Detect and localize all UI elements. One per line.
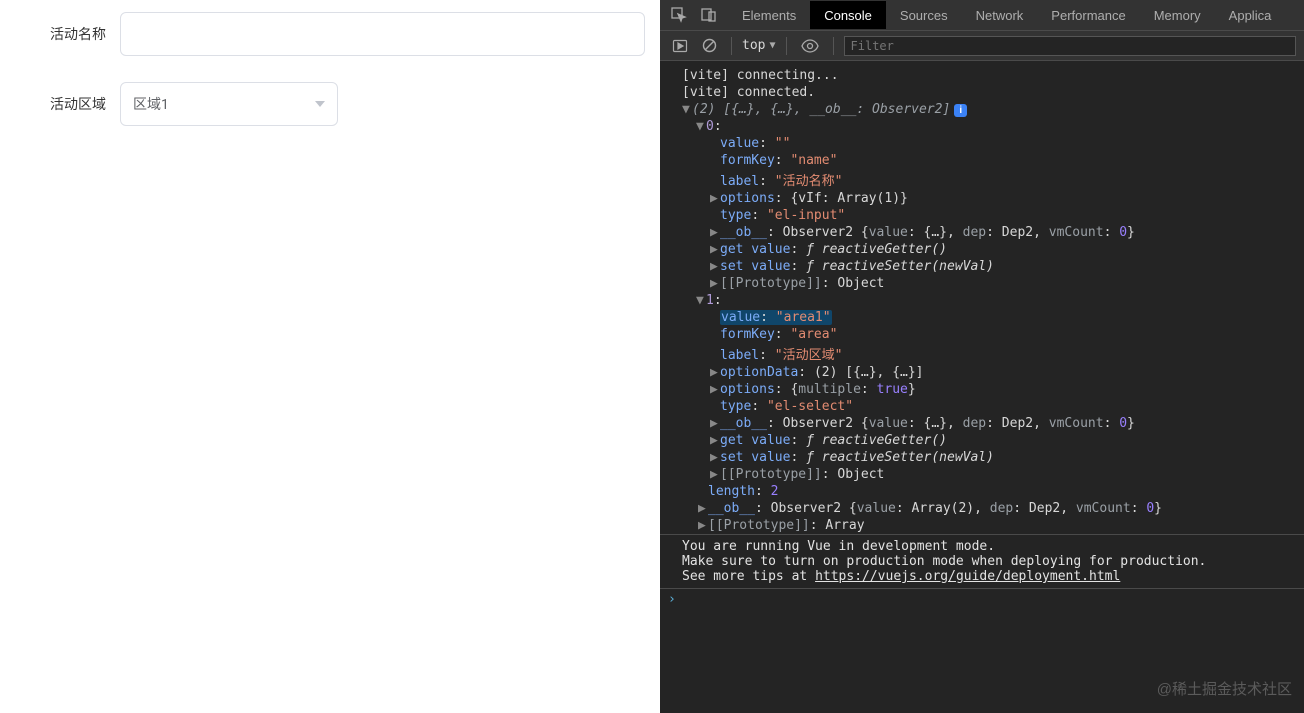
tab-elements[interactable]: Elements: [728, 1, 810, 29]
log-prop[interactable]: ▶get value: ƒ reactiveGetter(): [660, 432, 1304, 449]
tab-network[interactable]: Network: [962, 1, 1038, 29]
log-prop: value: "": [660, 135, 1304, 152]
log-array-summary[interactable]: ▼(2) [{…}, {…}, __ob__: Observer2]i: [660, 101, 1304, 118]
disclosure-triangle-icon[interactable]: ▼: [682, 102, 692, 117]
log-prop: formKey: "area": [660, 326, 1304, 343]
log-prop[interactable]: ▶options: {vIf: Array(1)}: [660, 190, 1304, 207]
device-toggle-icon[interactable]: [700, 6, 718, 24]
input-activity-name[interactable]: [120, 12, 645, 56]
log-prop[interactable]: ▶set value: ƒ reactiveSetter(newVal): [660, 449, 1304, 466]
console-toolbar: top ▼: [660, 31, 1304, 61]
tabbar-icons: [660, 6, 728, 24]
separator: [731, 37, 732, 55]
log-prop: length: 2: [660, 483, 1304, 500]
console-prompt[interactable]: ›: [660, 589, 1304, 607]
tab-sources[interactable]: Sources: [886, 1, 962, 29]
log-prop: type: "el-select": [660, 398, 1304, 415]
vue-dev-warning: You are running Vue in development mode.…: [660, 534, 1304, 589]
eye-icon[interactable]: [797, 37, 823, 55]
log-line: [vite] connecting...: [660, 67, 1304, 84]
filter-input[interactable]: [844, 36, 1296, 56]
log-prop: label: "活动名称": [660, 169, 1304, 190]
clear-console-icon[interactable]: [698, 36, 721, 55]
tab-application[interactable]: Applica: [1215, 1, 1286, 29]
log-prop[interactable]: ▶set value: ƒ reactiveSetter(newVal): [660, 258, 1304, 275]
log-index[interactable]: ▼1:: [660, 292, 1304, 309]
caret-down-icon: ▼: [769, 40, 775, 51]
label-activity-name: 活动名称: [0, 24, 120, 44]
log-prop: formKey: "name": [660, 152, 1304, 169]
select-activity-region[interactable]: 区域1: [120, 82, 338, 126]
form-row-name: 活动名称: [0, 12, 660, 56]
log-line: [vite] connected.: [660, 84, 1304, 101]
log-prop[interactable]: ▶[[Prototype]]: Object: [660, 275, 1304, 292]
play-icon[interactable]: [668, 36, 692, 56]
separator: [786, 37, 787, 55]
log-prop[interactable]: ▶__ob__: Observer2 {value: Array(2), dep…: [660, 500, 1304, 517]
label-activity-region: 活动区域: [0, 94, 120, 114]
inspect-icon[interactable]: [670, 6, 688, 24]
disclosure-triangle-icon[interactable]: ▼: [696, 119, 706, 134]
warning-line: Make sure to turn on production mode whe…: [682, 554, 1304, 569]
devtools-panel: Elements Console Sources Network Perform…: [660, 0, 1304, 713]
warning-line: See more tips at https://vuejs.org/guide…: [682, 569, 1304, 584]
chevron-down-icon: [315, 101, 325, 107]
log-prop[interactable]: ▶[[Prototype]]: Object: [660, 466, 1304, 483]
log-prop[interactable]: ▶__ob__: Observer2 {value: {…}, dep: Dep…: [660, 415, 1304, 432]
tab-console[interactable]: Console: [810, 1, 886, 29]
log-prop[interactable]: ▶__ob__: Observer2 {value: {…}, dep: Dep…: [660, 224, 1304, 241]
log-prop[interactable]: ▶get value: ƒ reactiveGetter(): [660, 241, 1304, 258]
tab-memory[interactable]: Memory: [1140, 1, 1215, 29]
log-prop[interactable]: ▶[[Prototype]]: Array: [660, 517, 1304, 534]
deployment-link[interactable]: https://vuejs.org/guide/deployment.html: [815, 569, 1120, 584]
log-prop: label: "活动区域": [660, 343, 1304, 364]
log-prop[interactable]: ▶options: {multiple: true}: [660, 381, 1304, 398]
watermark: @稀土掘金技术社区: [1157, 678, 1292, 699]
separator: [833, 37, 834, 55]
tab-performance[interactable]: Performance: [1037, 1, 1139, 29]
log-prop: type: "el-input": [660, 207, 1304, 224]
context-select[interactable]: top ▼: [742, 38, 776, 53]
disclosure-triangle-icon[interactable]: ▶: [710, 191, 720, 206]
info-icon[interactable]: i: [954, 104, 967, 117]
log-prop[interactable]: ▶optionData: (2) [{…}, {…}]: [660, 364, 1304, 381]
context-label: top: [742, 38, 765, 53]
select-value: 区域1: [133, 94, 169, 114]
log-index[interactable]: ▼0:: [660, 118, 1304, 135]
log-prop: value: "area1": [660, 309, 1304, 326]
form-panel: 活动名称 活动区域 区域1: [0, 0, 660, 713]
warning-line: You are running Vue in development mode.: [682, 539, 1304, 554]
form-row-region: 活动区域 区域1: [0, 82, 660, 126]
console-body: [vite] connecting... [vite] connected. ▼…: [660, 61, 1304, 713]
devtools-tabbar: Elements Console Sources Network Perform…: [660, 0, 1304, 31]
